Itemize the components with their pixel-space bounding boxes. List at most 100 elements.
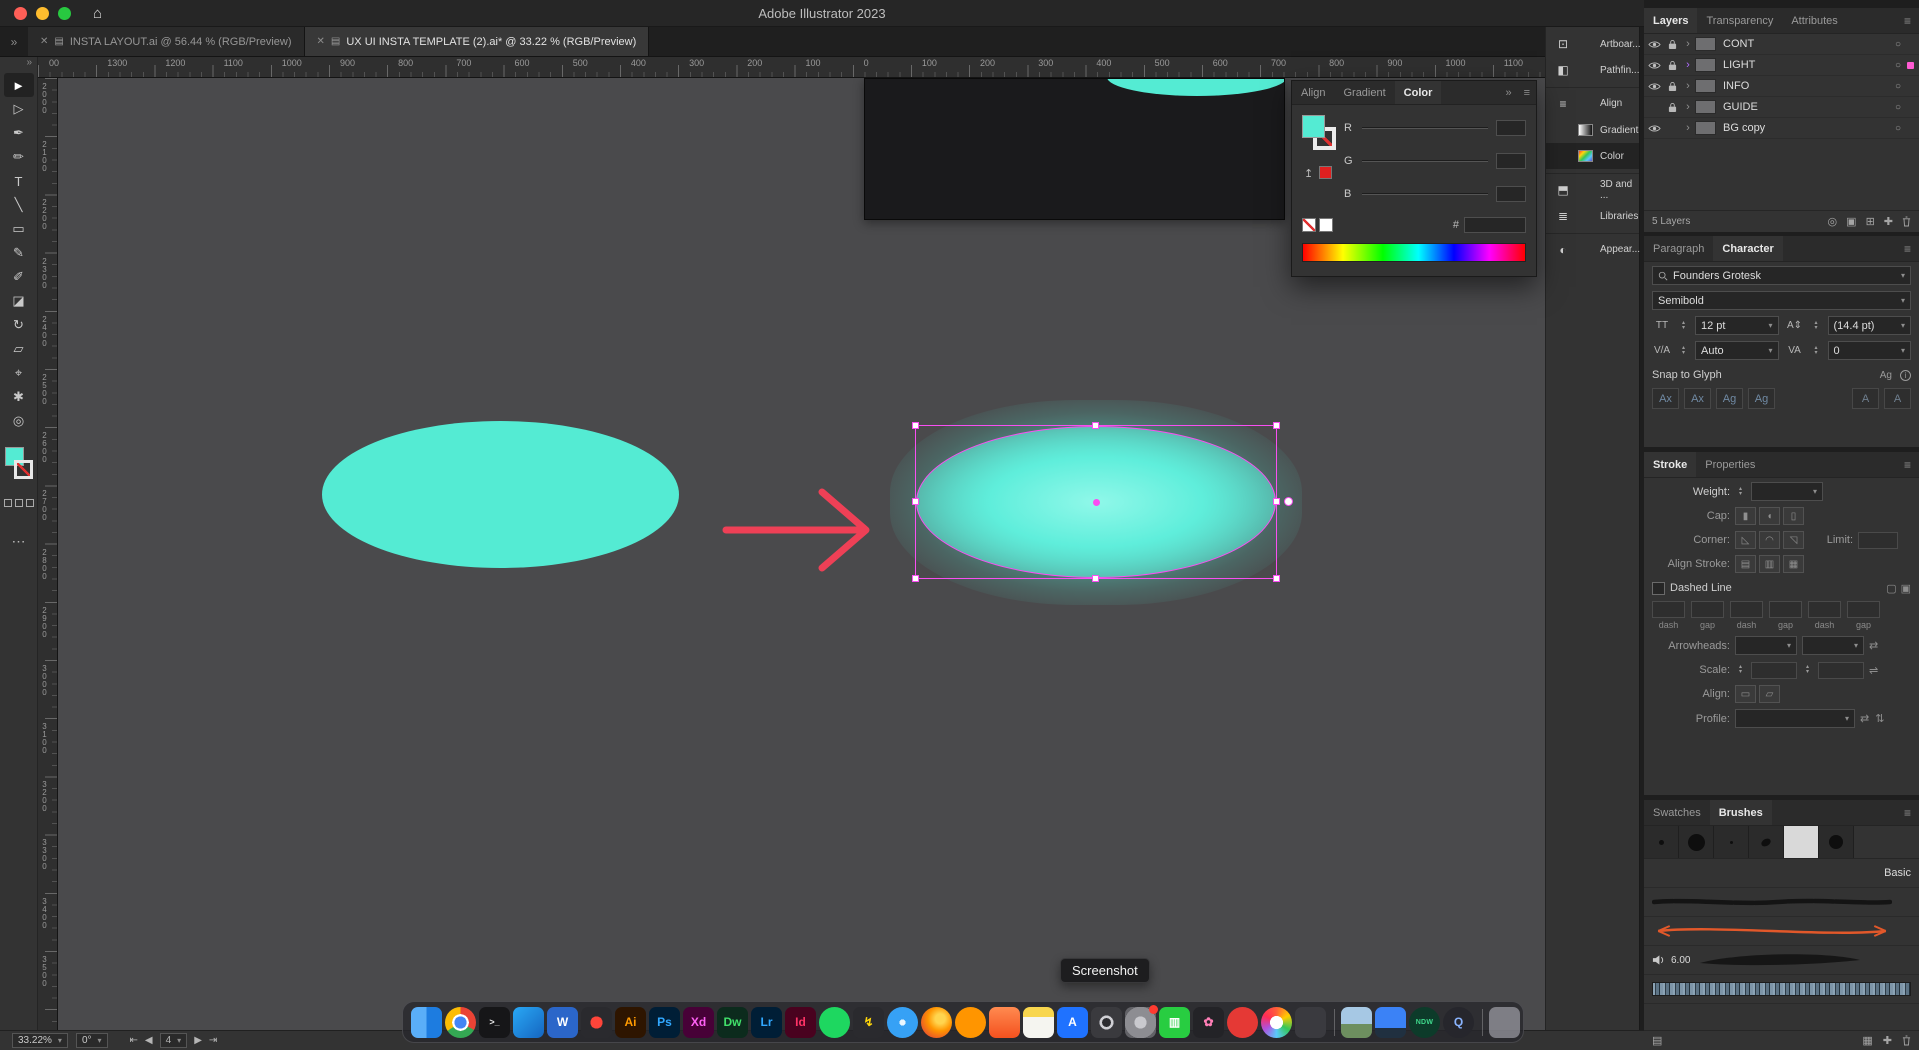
curvature-tool[interactable]: ✏ [4, 145, 34, 169]
font-size-stepper[interactable] [1678, 321, 1689, 331]
zoom-level-field[interactable]: 33.22% [12, 1033, 68, 1048]
dash-gap-field[interactable] [1652, 601, 1685, 618]
draw-inside-icon[interactable] [25, 499, 34, 507]
lock-icon[interactable] [1664, 39, 1681, 50]
numbers[interactable]: ▥ [1159, 1006, 1190, 1038]
disclosure-icon[interactable]: › [1681, 38, 1695, 50]
lightroom[interactable]: Lr [751, 1006, 782, 1038]
tab-transparency[interactable]: Transparency [1697, 8, 1782, 33]
visibility-eye-icon[interactable] [1644, 40, 1664, 49]
3d-and-materials[interactable]: ⬒ 3D and ... [1546, 173, 1639, 203]
delete-brush-icon[interactable] [1902, 1035, 1911, 1046]
align-stroke-button[interactable]: ▤ [1735, 555, 1756, 573]
info-icon[interactable]: i [1900, 369, 1911, 381]
layer-row[interactable]: › BG copy ○ [1644, 118, 1919, 139]
tab-properties[interactable]: Properties [1696, 452, 1764, 477]
selection-handle[interactable] [912, 575, 919, 582]
target-circle-icon[interactable]: ○ [1889, 81, 1907, 92]
selection-handle[interactable] [1273, 575, 1280, 582]
layer-name[interactable]: GUIDE [1723, 101, 1889, 113]
tab-align[interactable]: Align [1292, 81, 1334, 104]
teal-ellipse-shape[interactable] [322, 421, 679, 568]
tab-close-icon[interactable]: ✕ [40, 36, 48, 47]
scale-start-field[interactable] [1751, 661, 1797, 679]
scale-end-stepper[interactable] [1802, 665, 1813, 675]
layer-name[interactable]: BG copy [1723, 122, 1889, 134]
snap-glyph-button[interactable]: Ag [1716, 388, 1743, 409]
scale-start-stepper[interactable] [1735, 665, 1746, 675]
channel-value-field[interactable] [1496, 120, 1526, 136]
selection-handle[interactable] [1273, 422, 1280, 429]
leading-field[interactable]: (14.4 pt) [1827, 316, 1911, 335]
trash[interactable] [1482, 1006, 1520, 1038]
safari[interactable] [887, 1006, 918, 1038]
limit-field[interactable] [1858, 531, 1898, 549]
brush-options-icon[interactable]: ▦ [1862, 1034, 1872, 1047]
disclosure-icon[interactable]: › [1681, 59, 1695, 71]
selection-tool[interactable]: ► [3, 73, 34, 97]
calligraphic-brush-cell[interactable] [1679, 826, 1714, 858]
glyph-guides-icon[interactable]: Ag [1880, 370, 1892, 381]
notes[interactable] [1023, 1006, 1054, 1038]
panel-menu-icon[interactable]: ≡ [1518, 87, 1536, 99]
dreamweaver[interactable]: Dw [717, 1006, 748, 1038]
font-family-field[interactable]: Founders Grotesk [1652, 266, 1911, 285]
visibility-eye-icon[interactable] [1644, 61, 1664, 70]
hand-tool[interactable]: ✱ [4, 385, 34, 409]
display-sidecar[interactable] [1375, 1006, 1406, 1038]
paintbrush-tool[interactable]: ✎ [4, 241, 34, 265]
word[interactable]: W [547, 1006, 578, 1038]
next-artboard-icon[interactable]: ▶ [194, 1035, 202, 1046]
photos[interactable] [1261, 1006, 1292, 1038]
spotify[interactable] [819, 1006, 850, 1038]
font-style-field[interactable]: Semibold [1652, 291, 1911, 310]
arrowhead-end-field[interactable] [1802, 636, 1864, 655]
hex-value-field[interactable] [1464, 217, 1526, 233]
brush-row-charcoal[interactable] [1644, 888, 1919, 917]
layer-row[interactable]: › CONT ○ [1644, 34, 1919, 55]
panel-collapse-icon[interactable]: » [1499, 87, 1517, 99]
indesign[interactable]: Id [785, 1006, 816, 1038]
none-swatch[interactable] [1302, 218, 1316, 232]
cap-button[interactable]: ▮ [1735, 507, 1756, 525]
terminal[interactable]: >_ [479, 1006, 510, 1038]
channel-value-field[interactable] [1496, 186, 1526, 202]
target-circle-icon[interactable]: ○ [1889, 123, 1907, 134]
media-app[interactable] [581, 1006, 612, 1038]
tab-attributes[interactable]: Attributes [1782, 8, 1846, 33]
white-swatch[interactable] [1319, 218, 1333, 232]
layer-row[interactable]: › INFO ○ [1644, 76, 1919, 97]
mail-orange[interactable] [989, 1006, 1020, 1038]
cap-button[interactable]: ◖ [1759, 507, 1780, 525]
finder[interactable] [411, 1006, 442, 1038]
kerning-field[interactable]: Auto [1695, 341, 1779, 360]
tab-brushes[interactable]: Brushes [1709, 800, 1772, 825]
layer-row[interactable]: › GUIDE ○ [1644, 97, 1919, 118]
channel-slider[interactable] [1362, 127, 1488, 129]
calligraphic-brush-cell[interactable] [1749, 826, 1784, 858]
new-sublayer-icon[interactable]: ⊞ [1866, 215, 1875, 228]
selection-handle[interactable] [1092, 575, 1099, 582]
selection-bounding-box[interactable] [912, 422, 1293, 582]
brush-row-basic[interactable]: Basic [1644, 859, 1919, 888]
gradient[interactable]: Gradient [1546, 117, 1639, 143]
tab-layers[interactable]: Layers [1644, 8, 1698, 33]
appearance[interactable]: ◐ Appear... [1546, 233, 1640, 263]
corner-button[interactable]: ◹ [1783, 531, 1804, 549]
target-circle-icon[interactable]: ○ [1889, 60, 1907, 71]
selection-handle[interactable] [912, 422, 919, 429]
lock-icon[interactable] [1664, 81, 1681, 92]
orange-app[interactable] [955, 1006, 986, 1038]
layer-thumbnail[interactable] [1695, 100, 1716, 114]
stroke-color-swatch[interactable] [13, 460, 33, 479]
automator-bolt[interactable]: ↯ [853, 1006, 884, 1038]
tab-stroke[interactable]: Stroke [1644, 452, 1697, 477]
minimize-window-button[interactable] [36, 6, 49, 20]
red-media-app[interactable] [1227, 1006, 1258, 1038]
channel-value-field[interactable] [1496, 153, 1526, 169]
tab-paragraph[interactable]: Paragraph [1644, 236, 1713, 261]
selection-center-point[interactable] [1093, 499, 1100, 506]
last-color-arrow-icon[interactable]: ↥ [1304, 167, 1313, 180]
tracking-field[interactable]: 0 [1827, 341, 1911, 360]
profile-flip-icon[interactable]: ⇅ [1875, 712, 1884, 725]
